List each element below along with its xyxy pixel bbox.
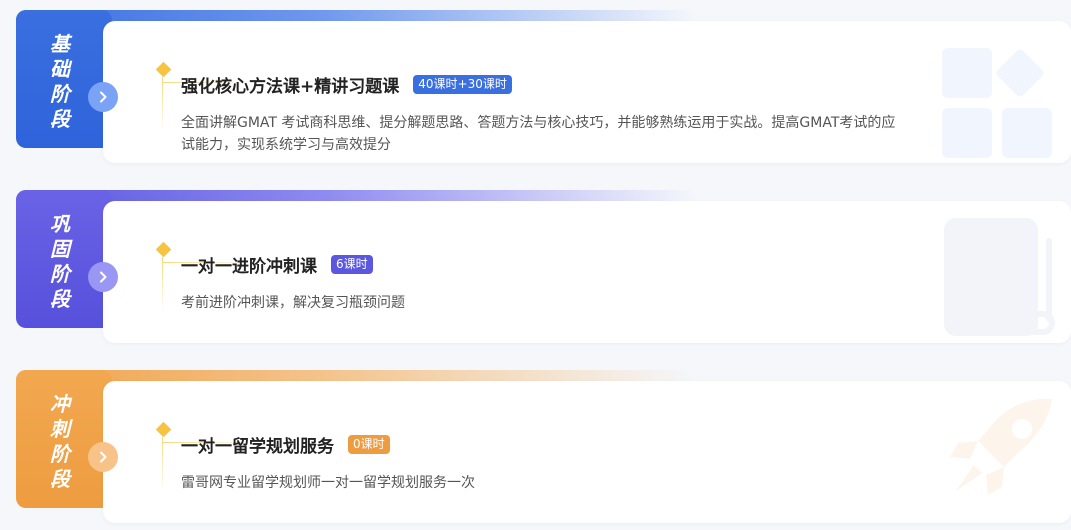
grid-blocks-icon [942,48,1052,158]
stage-side-label: 巩 固 阶 段 [50,212,70,311]
chevron-right-icon [100,271,107,283]
course-title-row: 一对一留学规划服务 0课时 [181,433,390,457]
diamond-marker-icon [155,61,172,78]
hours-badge: 0课时 [348,434,390,454]
stage-side-tab: 巩 固 阶 段 [16,190,112,328]
course-description: 雷哥网专业留学规划师一对一留学规划服务一次 [181,475,475,491]
course-title: 强化核心方法课+精讲习题课 [181,76,400,97]
stage-card: 强化核心方法课+精讲习题课 40课时+30课时 全面讲解GMAT 考试商科思维、… [103,21,1071,163]
hours-badge: 40课时+30课时 [413,74,512,94]
rocket-icon [950,398,1052,495]
chevron-right-icon [100,91,107,103]
stage-card: 一对一进阶冲刺课 6课时 考前进阶冲刺课，解决复习瓶颈问题 [103,201,1071,343]
stage-side-label: 冲 刺 阶 段 [50,392,70,491]
diamond-marker-icon [155,241,172,258]
stage-side-tab: 冲 刺 阶 段 [16,370,112,508]
book-icon [944,218,1055,336]
expand-stage-button[interactable] [88,442,118,472]
stage-consolidation: 巩 固 阶 段 一对一进阶冲刺课 6课时 考前进阶冲刺课，解决复习瓶颈问题 [16,190,1071,343]
course-title: 一对一进阶冲刺课 [181,256,317,277]
diamond-marker-icon [155,421,172,438]
stage-side-tab: 基 础 阶 段 [16,10,112,148]
stage-foundation: 基 础 阶 段 强化核心方法课+精讲习题课 40课时+30课时 全面讲解GMAT… [16,10,1071,163]
stage-sprint: 冲 刺 阶 段 一对一留学规划服务 0课时 雷哥网专业留学规划师一对一留学规划服… [16,370,1071,523]
hours-badge: 6课时 [331,254,373,274]
course-title-row: 强化核心方法课+精讲习题课 40课时+30课时 [181,73,512,97]
course-title-row: 一对一进阶冲刺课 6课时 [181,253,373,277]
timeline-line [162,257,163,312]
chevron-right-icon [100,451,107,463]
stage-side-label: 基 础 阶 段 [50,32,70,131]
course-title: 一对一留学规划服务 [181,436,334,457]
stage-card: 一对一留学规划服务 0课时 雷哥网专业留学规划师一对一留学规划服务一次 [103,381,1071,523]
course-description: 考前进阶冲刺课，解决复习瓶颈问题 [181,295,405,311]
expand-stage-button[interactable] [88,82,118,112]
timeline-line [162,437,163,492]
course-description: 全面讲解GMAT 考试商科思维、提分解题思路、答题方法与核心技巧，并能够熟练运用… [181,115,896,153]
timeline-line [162,77,163,132]
expand-stage-button[interactable] [88,262,118,292]
